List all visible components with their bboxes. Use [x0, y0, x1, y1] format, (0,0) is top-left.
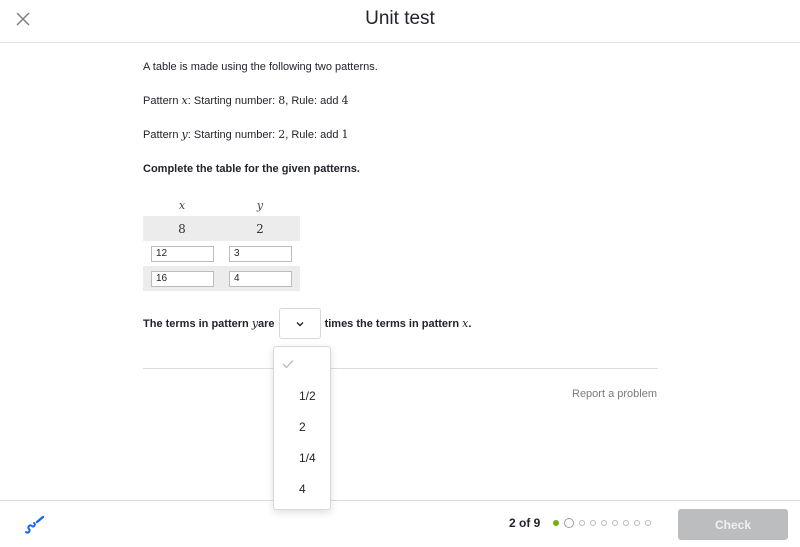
progress-dot	[612, 520, 618, 526]
cell-y: 2	[256, 221, 264, 236]
header-y: y	[256, 199, 264, 212]
progress-dot	[564, 518, 574, 528]
scratchpad-button[interactable]	[22, 514, 46, 536]
header-bar: Unit test	[0, 0, 800, 43]
y-input-row-2[interactable]	[229, 245, 292, 262]
table-row	[143, 241, 300, 266]
divider	[143, 368, 658, 369]
pattern-x-text: Pattern x: Starting number: 8, Rule: add…	[143, 94, 349, 107]
scratchpad-pencil-icon	[25, 515, 45, 534]
pattern-table: x y 8 2	[143, 196, 300, 291]
menu-option[interactable]: 1/2	[274, 381, 332, 411]
x-input-row-2[interactable]	[151, 245, 214, 262]
question-counter: 2 of 9	[509, 516, 541, 530]
page-title: Unit test	[365, 8, 435, 29]
progress-dot	[553, 520, 559, 526]
table-row	[143, 266, 300, 291]
progress-dots	[553, 518, 651, 528]
intro-text: A table is made using the following two …	[143, 61, 378, 73]
check-button[interactable]: Check	[678, 509, 788, 540]
x-input-row-3[interactable]	[151, 270, 214, 287]
chevron-down-icon	[296, 321, 304, 326]
question-content: A table is made using the following two …	[143, 60, 658, 196]
progress-dot	[601, 520, 607, 526]
pattern-y-text: Pattern y: Starting number: 2, Rule: add…	[143, 128, 349, 141]
y-input-row-3[interactable]	[229, 270, 292, 287]
answer-sentence: The terms in pattern y are times the ter…	[143, 308, 471, 339]
cell-x: 8	[178, 221, 186, 236]
report-problem-link[interactable]: Report a problem	[560, 388, 657, 400]
progress-dot	[645, 520, 651, 526]
table-header: x y	[143, 196, 300, 216]
progress-dot	[634, 520, 640, 526]
footer-bar: 2 of 9 Check	[0, 500, 800, 547]
table-row: 8 2	[143, 216, 300, 241]
rule-y: 1	[341, 128, 349, 141]
menu-option[interactable]: 1/4	[274, 443, 332, 473]
ratio-dropdown[interactable]	[278, 308, 321, 339]
progress-dot	[579, 520, 585, 526]
menu-option[interactable]: 2	[274, 412, 332, 442]
progress-dot	[623, 520, 629, 526]
rule-x: 4	[341, 94, 349, 107]
menu-option[interactable]: 4	[274, 474, 332, 504]
check-icon	[282, 360, 294, 369]
header-x: x	[178, 199, 186, 212]
instruction-text: Complete the table for the given pattern…	[143, 163, 360, 175]
dropdown-menu: 1/2 2 1/4 4	[273, 346, 331, 510]
progress-dot	[590, 520, 596, 526]
